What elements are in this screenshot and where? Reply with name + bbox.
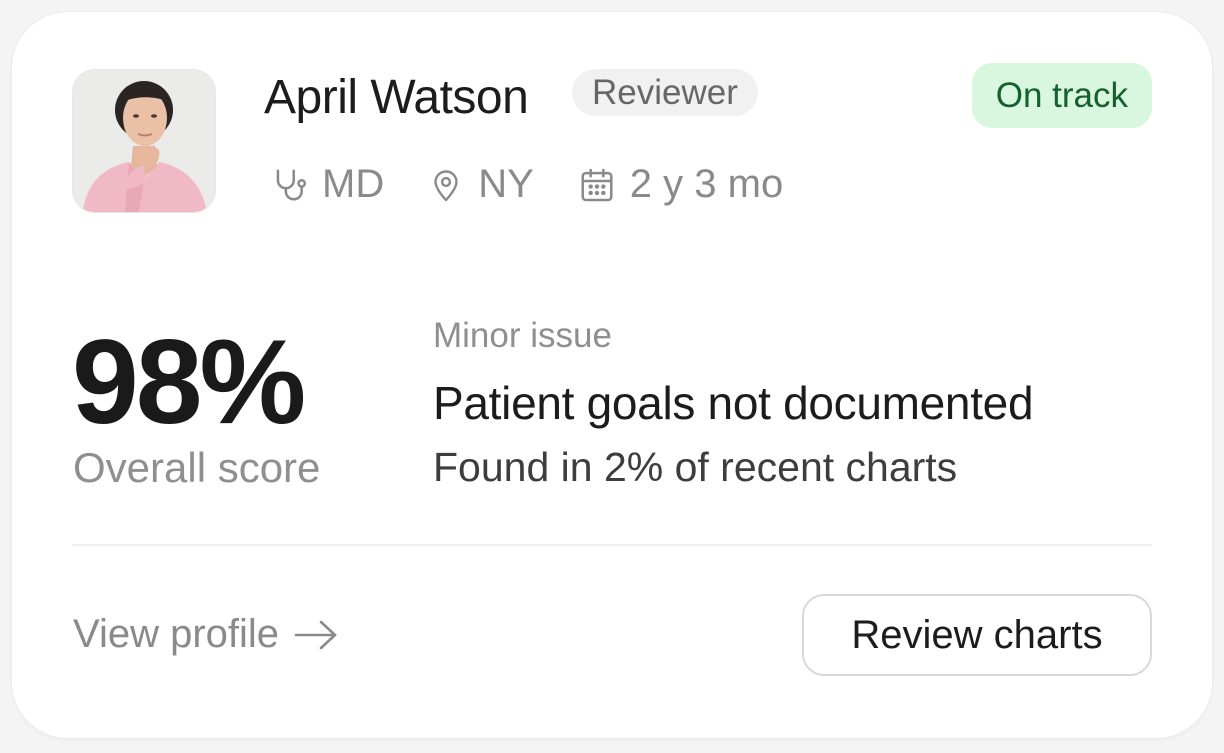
reviewer-name: April Watson bbox=[264, 71, 529, 124]
review-charts-button[interactable]: Review charts bbox=[802, 594, 1152, 676]
divider bbox=[72, 544, 1152, 546]
calendar-icon bbox=[581, 168, 613, 201]
avatar-photo bbox=[73, 70, 215, 212]
issue-detail: Found in 2% of recent charts bbox=[433, 444, 958, 490]
map-pin-icon bbox=[434, 169, 458, 201]
status-badge: On track bbox=[971, 63, 1152, 128]
overall-score-value: 98% bbox=[72, 315, 306, 449]
overall-score-label: Overall score bbox=[73, 444, 321, 491]
issue-severity: Minor issue bbox=[433, 316, 612, 355]
view-profile-link[interactable]: View profile bbox=[73, 612, 339, 657]
reviewer-card: April Watson Reviewer On track MD NY 2 y… bbox=[12, 12, 1212, 738]
tenure-item: 2 y 3 mo bbox=[578, 162, 783, 207]
tenure-text: 2 y 3 mo bbox=[629, 162, 784, 206]
view-profile-label: View profile bbox=[73, 612, 280, 656]
location-item: NY bbox=[428, 162, 534, 207]
location-text: NY bbox=[478, 162, 534, 206]
role-badge: Reviewer bbox=[572, 69, 758, 116]
avatar bbox=[73, 70, 215, 212]
issue-title: Patient goals not documented bbox=[433, 377, 1034, 429]
credential-item: MD bbox=[270, 162, 384, 207]
reviewer-meta: MD NY 2 y 3 mo bbox=[270, 162, 827, 207]
stethoscope-icon bbox=[276, 168, 307, 200]
arrow-right-icon bbox=[294, 620, 337, 649]
credential-text: MD bbox=[322, 162, 385, 206]
